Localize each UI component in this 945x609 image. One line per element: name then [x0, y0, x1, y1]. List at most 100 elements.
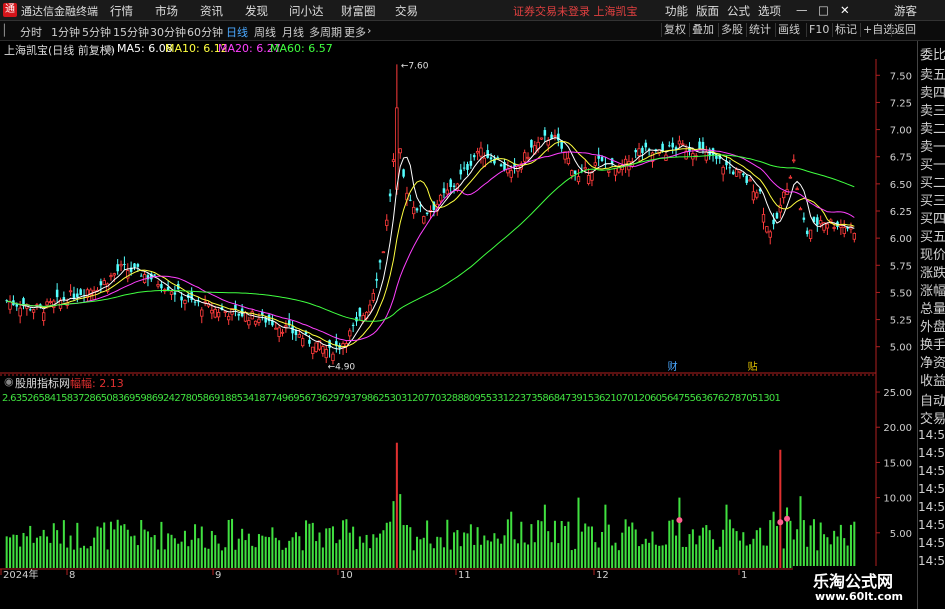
volume-bar — [274, 537, 277, 568]
candle-body — [819, 220, 823, 225]
side-sell3[interactable]: 卖三 — [920, 100, 945, 119]
indicator-settings-icon[interactable]: ◉ — [4, 375, 14, 388]
volume-bar — [187, 546, 190, 568]
menu-gongneng[interactable]: 功能 — [665, 3, 688, 19]
candle-body — [331, 353, 335, 361]
menu-zixun[interactable]: 资讯 — [200, 3, 223, 19]
candle-body — [731, 171, 735, 175]
candle-body — [530, 139, 533, 148]
volume-bar — [614, 542, 617, 568]
volume-bar — [399, 494, 402, 568]
period-multi[interactable]: 多周期 — [309, 24, 342, 40]
side-volume[interactable]: 总量 — [920, 298, 945, 317]
volume-bar — [244, 540, 247, 568]
volume-bar — [385, 522, 388, 568]
btn-tongji[interactable]: 统计 — [746, 23, 773, 37]
candle-body — [402, 169, 405, 177]
menu-jiaoyi[interactable]: 交易 — [395, 3, 418, 19]
volume-bar — [701, 527, 704, 568]
candle-body — [213, 308, 217, 318]
btn-diejia[interactable]: 叠加 — [689, 23, 716, 37]
volume-bar — [227, 519, 230, 568]
side-sell4[interactable]: 卖四 — [920, 82, 945, 101]
period-1min[interactable]: 1分钟 — [51, 24, 80, 40]
maximize-button[interactable]: □ — [818, 3, 829, 17]
side-buy1[interactable]: 买一 — [920, 154, 945, 173]
side-buy5[interactable]: 买五 — [920, 226, 945, 245]
candle-body — [755, 192, 759, 198]
menu-wenxiaoda[interactable]: 问小达 — [289, 3, 324, 19]
settings-icon[interactable]: ◉ — [104, 42, 114, 55]
volume-bar — [271, 527, 274, 568]
side-change[interactable]: 涨跌 — [920, 262, 945, 281]
menu-shichang[interactable]: 市场 — [155, 3, 178, 19]
volume-bar — [627, 526, 630, 568]
side-sell1[interactable]: 卖一 — [920, 136, 945, 155]
volume-bar — [523, 542, 526, 568]
btn-fanhui[interactable]: 返回 — [891, 23, 918, 37]
volume-bar — [446, 519, 449, 568]
candle-body — [31, 309, 36, 313]
menu-faxian[interactable]: 发现 — [245, 3, 268, 19]
guest-label[interactable]: 游客 — [894, 3, 917, 19]
volume-bar — [325, 528, 328, 568]
volume-bar — [792, 539, 795, 568]
btn-huaxian[interactable]: 画线 — [775, 23, 802, 37]
period-60min[interactable]: 60分钟 — [187, 24, 223, 40]
period-5min[interactable]: 5分钟 — [82, 24, 111, 40]
volume-bar — [624, 519, 627, 568]
side-change-pct[interactable]: 涨幅 — [920, 280, 945, 299]
period-weekly[interactable]: 周线 — [254, 24, 276, 40]
minimize-button[interactable]: — — [796, 3, 808, 17]
menu-banmian[interactable]: 版面 — [696, 3, 719, 19]
btn-f10[interactable]: F10 — [806, 23, 831, 37]
volume-bar — [819, 522, 822, 568]
candle-body — [462, 167, 466, 169]
menu-xuanxiang[interactable]: 选项 — [758, 3, 781, 19]
btn-biaoji[interactable]: 标记 — [832, 23, 859, 37]
volume-bar — [557, 543, 560, 568]
menu-gongshi[interactable]: 公式 — [727, 3, 750, 19]
period-more[interactable]: 更多 — [344, 24, 366, 40]
candle-body — [375, 278, 378, 281]
candle-body — [539, 137, 544, 140]
period-toolbar: ▏ 分时 1分钟 5分钟 15分钟 30分钟 60分钟 日线 周线 月线 多周期… — [0, 21, 945, 41]
volume-bar — [426, 520, 429, 568]
volume-bar — [439, 537, 442, 568]
period-daily[interactable]: 日线 — [226, 24, 248, 40]
side-netasset[interactable]: 净资 — [920, 352, 945, 371]
side-trade[interactable]: 交易 — [920, 408, 945, 427]
volume-bar — [268, 537, 271, 568]
volume-bar — [749, 544, 752, 568]
period-fenshi[interactable]: 分时 — [20, 24, 42, 40]
side-sell5[interactable]: 卖五 — [920, 64, 945, 83]
side-auto[interactable]: 自动 — [920, 390, 945, 409]
volume-bar — [678, 497, 681, 568]
volume-bar — [342, 520, 345, 568]
side-outer[interactable]: 外盘 — [920, 316, 945, 335]
side-weibi[interactable]: 委比 — [920, 44, 945, 63]
volume-bar — [564, 526, 567, 568]
period-15min[interactable]: 15分钟 — [113, 24, 149, 40]
login-notice[interactable]: 证券交易未登录 上海凯宝 — [513, 3, 638, 19]
kline-chart[interactable]: 7.50 7.25 7.00 6.75 6.50 6.25 6.00 5.75 5.50 5.25… — [0, 41, 917, 609]
close-button[interactable]: ✕ — [840, 3, 850, 17]
side-turnover[interactable]: 换手 — [920, 334, 945, 353]
volume-bar — [284, 547, 287, 568]
side-earnings[interactable]: 收益 — [920, 370, 945, 389]
side-buy3[interactable]: 买三 — [920, 190, 945, 209]
volume-bar — [658, 545, 661, 568]
menu-hangqing[interactable]: 行情 — [110, 3, 133, 19]
period-monthly[interactable]: 月线 — [282, 24, 304, 40]
chevron-right-icon[interactable]: › — [367, 24, 371, 37]
period-30min[interactable]: 30分钟 — [150, 24, 186, 40]
side-sell2[interactable]: 卖二 — [920, 118, 945, 137]
volume-bar — [402, 525, 405, 568]
volume-bar — [83, 545, 86, 568]
btn-duogu[interactable]: 多股 — [718, 23, 745, 37]
btn-fuquan[interactable]: 复权 — [661, 23, 688, 37]
side-price[interactable]: 现价 — [920, 244, 945, 263]
menu-caifuquan[interactable]: 财富圈 — [341, 3, 376, 19]
side-buy2[interactable]: 买二 — [920, 172, 945, 191]
side-buy4[interactable]: 买四 — [920, 208, 945, 227]
